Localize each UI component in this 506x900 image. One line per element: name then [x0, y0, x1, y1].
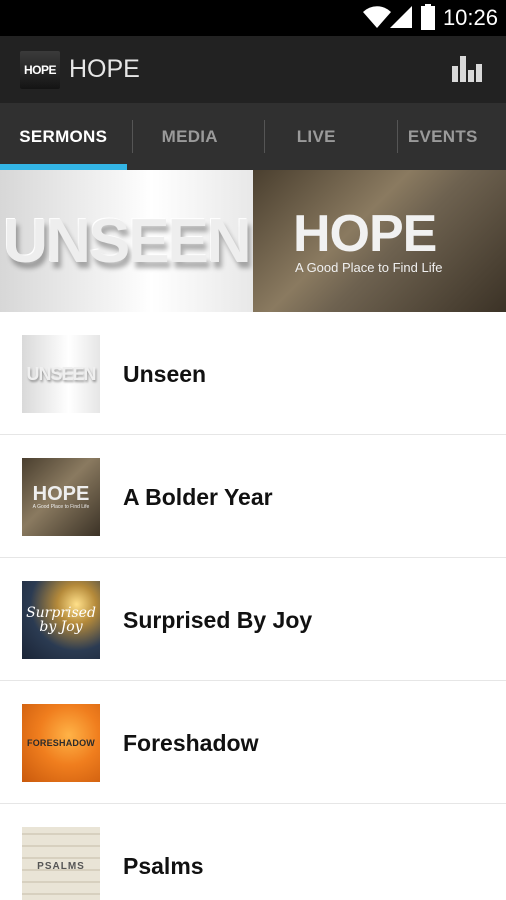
- sermon-title: Unseen: [123, 361, 207, 387]
- list-item[interactable]: HOPE A Good Place to Find Life A Bolder …: [0, 435, 506, 558]
- sermon-thumbnail: UNSEEN: [22, 335, 100, 413]
- list-item[interactable]: Surprised by Joy Surprised By Joy: [0, 558, 506, 681]
- sermon-title: Foreshadow: [123, 730, 259, 756]
- list-item[interactable]: FORESHADOW Foreshadow: [0, 681, 506, 804]
- tab-label: EVENTS: [407, 126, 478, 146]
- tab-sermons[interactable]: SERMONS: [0, 103, 127, 170]
- app-logo[interactable]: HOPE: [20, 51, 60, 89]
- app-title: HOPE: [69, 55, 140, 83]
- banner-text: UNSEEN: [3, 206, 251, 276]
- tab-events[interactable]: EVENTS: [380, 103, 506, 170]
- sermon-thumbnail: FORESHADOW: [22, 704, 100, 782]
- cell-signal-icon: [390, 6, 412, 28]
- status-time: 10:26: [442, 5, 498, 30]
- featured-banner-unseen[interactable]: UNSEEN: [0, 170, 253, 312]
- sermon-title: A Bolder Year: [123, 484, 273, 510]
- thumbnail-text: Surprised by Joy: [26, 605, 96, 635]
- tab-label: LIVE: [296, 126, 336, 146]
- app-logo-text: HOPE: [23, 63, 57, 77]
- featured-banner-hope[interactable]: HOPE A Good Place to Find Life: [253, 170, 506, 312]
- sermon-thumbnail: HOPE A Good Place to Find Life: [22, 458, 100, 536]
- action-bar: HOPE HOPE: [0, 36, 506, 103]
- sermon-thumbnail: Surprised by Joy: [22, 581, 100, 659]
- sermon-thumbnail: PSALMS: [22, 827, 100, 900]
- tab-divider: [264, 120, 265, 153]
- list-item[interactable]: UNSEEN Unseen: [0, 312, 506, 435]
- tab-divider: [397, 120, 398, 153]
- bar-chart-icon[interactable]: [446, 50, 488, 90]
- thumbnail-text: HOPE: [32, 483, 90, 505]
- thumbnail-text: UNSEEN: [26, 363, 96, 384]
- battery-icon: [421, 4, 435, 30]
- tab-label: MEDIA: [161, 126, 218, 146]
- list-item[interactable]: PSALMS Psalms: [0, 804, 506, 900]
- banner-subtitle: A Good Place to Find Life: [295, 260, 443, 275]
- sermon-title: Surprised By Joy: [123, 607, 313, 633]
- thumbnail-subtext: A Good Place to Find Life: [32, 504, 90, 510]
- banner-title: HOPE: [293, 205, 437, 263]
- status-bar: 10:26: [0, 0, 506, 36]
- tab-live[interactable]: LIVE: [253, 103, 380, 170]
- sermon-list: UNSEEN Unseen HOPE A Good Place to Find …: [0, 312, 506, 900]
- tab-label: SERMONS: [19, 126, 108, 146]
- sermon-title: Psalms: [123, 853, 204, 879]
- tab-media[interactable]: MEDIA: [127, 103, 254, 170]
- tab-bar: SERMONS MEDIA LIVE EVENTS: [0, 103, 506, 170]
- thumbnail-text: FORESHADOW: [27, 738, 95, 748]
- tab-divider: [132, 120, 133, 153]
- thumbnail-text: PSALMS: [37, 860, 85, 872]
- wifi-icon: [363, 6, 391, 28]
